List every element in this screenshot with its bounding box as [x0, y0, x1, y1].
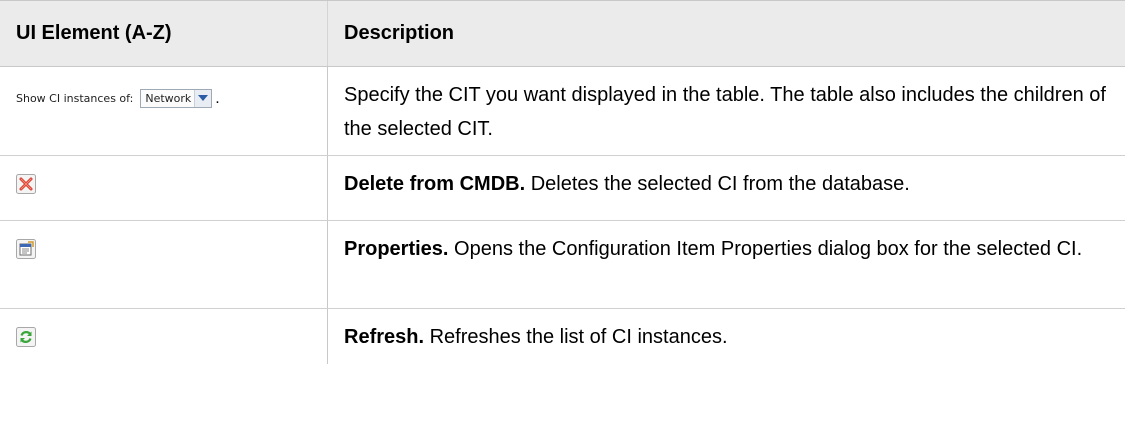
refresh-icon[interactable] — [16, 327, 36, 347]
ci-type-select[interactable]: Network — [140, 89, 213, 108]
table-row: Properties. Opens the Configuration Item… — [0, 221, 1125, 309]
description-cell: Refresh. Refreshes the list of CI instan… — [328, 309, 1125, 364]
table-row: Show CI instances of: Network . Specify … — [0, 67, 1125, 156]
description-cell: Delete from CMDB. Deletes the selected C… — [328, 156, 1125, 220]
term-label: Properties. — [344, 238, 449, 260]
properties-icon[interactable] — [16, 239, 36, 259]
delete-x-icon[interactable] — [16, 174, 36, 194]
ui-element-table: UI Element (A-Z) Description Show CI ins… — [0, 0, 1125, 364]
ui-element-cell: Show CI instances of: Network . — [0, 67, 328, 155]
table-row: Refresh. Refreshes the list of CI instan… — [0, 309, 1125, 364]
description-text: Refreshes the list of CI instances. — [424, 326, 728, 348]
column-header-description: Description — [344, 22, 455, 44]
description-cell: Properties. Opens the Configuration Item… — [328, 221, 1125, 308]
column-header-ui-element: UI Element (A-Z) — [0, 1, 328, 66]
ui-element-cell — [0, 156, 328, 220]
ci-type-select-value: Network — [145, 92, 192, 105]
show-ci-instances-label: Show CI instances of: — [16, 92, 134, 105]
ui-element-cell — [0, 221, 328, 308]
chevron-down-icon[interactable] — [194, 90, 212, 107]
term-label: Delete from CMDB. — [344, 173, 526, 195]
term-label: Refresh. — [344, 326, 425, 348]
table-row: Delete from CMDB. Deletes the selected C… — [0, 156, 1125, 221]
trailing-period: . — [215, 89, 220, 107]
table-header-row: UI Element (A-Z) Description — [0, 0, 1125, 67]
show-ci-instances-widget: Show CI instances of: Network . — [16, 89, 327, 108]
ui-element-cell — [0, 309, 328, 364]
description-text: Deletes the selected CI from the databas… — [525, 173, 910, 195]
description-cell: Specify the CIT you want displayed in th… — [344, 84, 1106, 140]
description-text: Opens the Configuration Item Properties … — [448, 238, 1083, 260]
